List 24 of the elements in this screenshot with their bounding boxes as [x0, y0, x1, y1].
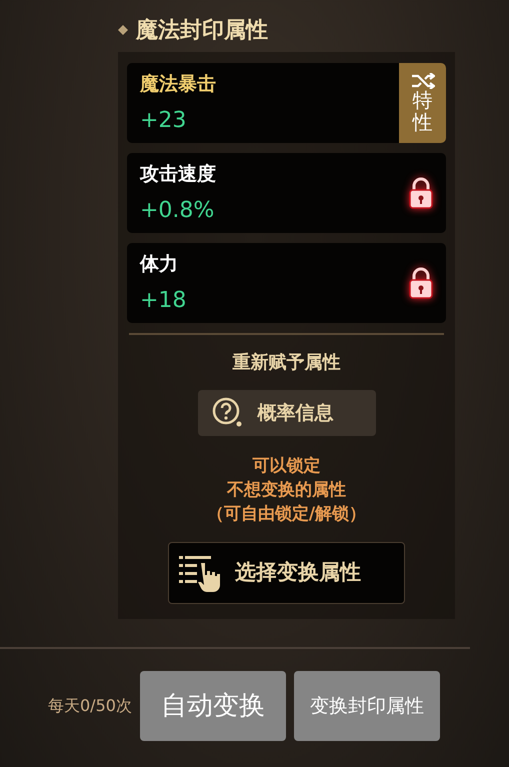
- attribute-row[interactable]: 魔法暴击 +23 特性: [127, 63, 446, 143]
- transform-seal-button[interactable]: 变换封印属性: [294, 671, 440, 741]
- section-title: 魔法封印属性: [136, 16, 268, 44]
- lock-icon[interactable]: [408, 267, 434, 299]
- help-icon: [212, 397, 244, 429]
- attribute-name: 体力: [140, 252, 179, 277]
- attribute-value: +18: [140, 288, 188, 314]
- section-heading: 重新赋予属性: [232, 351, 342, 375]
- shuffle-icon: [410, 73, 434, 89]
- diamond-icon: [118, 25, 128, 35]
- attribute-row[interactable]: 攻击速度 +0.8%: [127, 153, 446, 233]
- trait-badge[interactable]: 特性: [399, 63, 446, 143]
- select-attribute-button[interactable]: 选择变换属性: [168, 542, 405, 604]
- lock-hint: 可以锁定 不想变换的属性 （可自由锁定/解锁）: [206, 455, 368, 526]
- attribute-name: 魔法暴击: [140, 72, 217, 97]
- attribute-value: +23: [140, 108, 188, 134]
- attribute-name: 攻击速度: [140, 162, 217, 187]
- probability-button[interactable]: 概率信息: [198, 390, 376, 436]
- attribute-value: +0.8%: [140, 198, 216, 224]
- daily-count: 每天0/50次: [48, 695, 132, 717]
- lock-icon[interactable]: [408, 177, 434, 209]
- list-hand-icon: [179, 554, 221, 592]
- attribute-row[interactable]: 体力 +18: [127, 243, 446, 323]
- auto-transform-button[interactable]: 自动变换: [140, 671, 286, 741]
